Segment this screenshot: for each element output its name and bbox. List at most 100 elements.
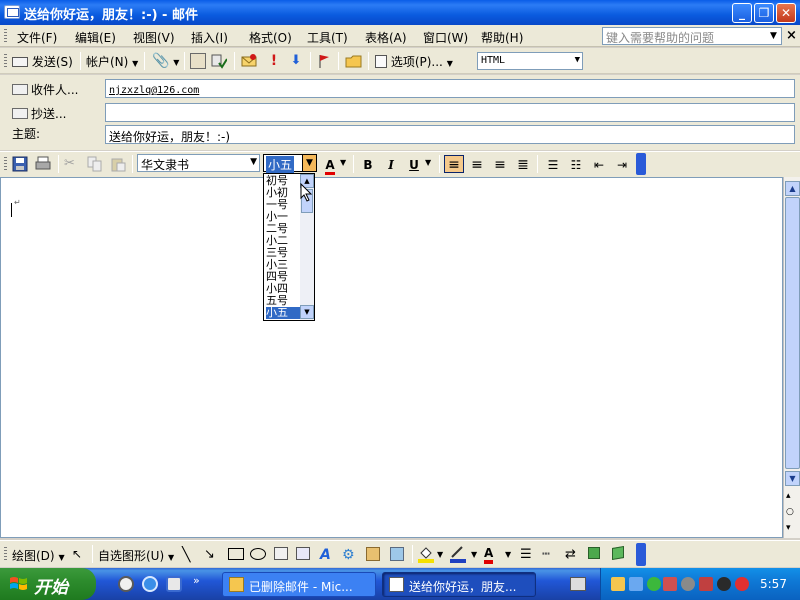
chevron-down-icon[interactable]: ▼ [302, 155, 316, 171]
mail-app-icon[interactable] [4, 5, 20, 19]
keyboard-icon[interactable] [570, 577, 586, 591]
minimize-button[interactable]: _ [732, 3, 752, 23]
menu-file[interactable]: 文件(F) [14, 28, 60, 47]
message-body-editor[interactable]: ↵ [0, 177, 783, 538]
attach-file-button[interactable]: 📎 ▼ [152, 53, 179, 71]
align-left-button[interactable]: ≡ [444, 155, 464, 173]
scroll-down-icon[interactable]: ▼ [300, 305, 314, 319]
italic-button[interactable]: I [381, 156, 401, 174]
font-color-button[interactable]: A [320, 156, 340, 175]
menu-view[interactable]: 视图(V) [130, 28, 178, 47]
to-field[interactable]: njzxzlq@126.com [105, 79, 795, 98]
fill-color-icon[interactable] [418, 545, 434, 566]
flag-icon[interactable] [316, 53, 332, 69]
message-format-select[interactable]: HTML ▼ [477, 52, 583, 70]
security-icon[interactable] [647, 577, 661, 591]
scrollbar-thumb[interactable] [785, 197, 800, 469]
underline-button[interactable]: U [404, 156, 424, 174]
increase-indent-button[interactable]: ⇥ [612, 156, 632, 174]
scroll-down-icon[interactable]: ▼ [785, 471, 800, 486]
font-color-icon[interactable]: A [484, 547, 494, 564]
subject-field[interactable]: 送给你好运，朋友！:-) [105, 125, 795, 144]
toolbar-options-chevron-icon[interactable] [636, 543, 646, 566]
justify-button[interactable]: ≣ [513, 156, 533, 174]
align-center-button[interactable]: ≡ [467, 156, 487, 174]
chevron-down-icon[interactable]: ▼ [770, 31, 777, 41]
tray-service-icon[interactable] [699, 577, 713, 591]
line-icon[interactable]: ╲ [182, 547, 190, 563]
wordart-icon[interactable]: A [320, 547, 331, 563]
previous-object-icon[interactable]: ▴ [786, 491, 791, 501]
menu-insert[interactable]: 插入(I) [188, 28, 231, 47]
high-importance-icon[interactable]: ! [266, 53, 282, 69]
antivirus-icon[interactable] [663, 577, 677, 591]
rectangle-icon[interactable] [228, 548, 244, 560]
send-button[interactable]: 发送(S) [12, 53, 73, 71]
menu-table[interactable]: 表格(A) [362, 28, 410, 47]
help-search-input[interactable]: 键入需要帮助的问题 [602, 27, 782, 45]
picture-icon[interactable] [390, 547, 404, 561]
menu-tools[interactable]: 工具(T) [304, 28, 351, 47]
folder-icon[interactable] [345, 53, 362, 69]
start-button[interactable]: 开始 [0, 568, 96, 600]
address-book-icon[interactable] [190, 53, 206, 69]
align-right-button[interactable]: ≡ [490, 156, 510, 174]
tray-record-icon[interactable] [717, 577, 731, 591]
next-object-icon[interactable]: ▾ [786, 523, 791, 533]
scroll-up-icon[interactable]: ▲ [785, 181, 800, 196]
size-option-selected[interactable]: 小五 [266, 307, 300, 319]
outlook-express-icon[interactable] [166, 576, 182, 592]
taskbar-item-deleted-mail[interactable]: 已删除邮件 - Mic... [222, 572, 376, 597]
copy-icon[interactable] [87, 156, 103, 172]
close-button[interactable]: ✕ [776, 3, 796, 23]
toolbar-grip[interactable] [4, 54, 7, 68]
vertical-scrollbar[interactable]: ▲ ▼ ▴ ○ ▾ [783, 177, 800, 538]
chevron-down-icon[interactable]: ▼ [471, 550, 477, 559]
numbered-list-button[interactable]: ☰ [543, 156, 563, 174]
autoshapes-button[interactable]: 自选图形(U) ▼ [98, 547, 174, 564]
menu-format[interactable]: 格式(O) [246, 28, 295, 47]
chevron-down-icon[interactable]: ▼ [437, 550, 443, 559]
print-icon[interactable] [35, 156, 51, 172]
options-button[interactable]: 选项(P)... ▼ [375, 53, 453, 71]
menu-window[interactable]: 窗口(W) [420, 28, 471, 47]
internet-explorer-icon[interactable] [142, 576, 158, 592]
toolbar-grip[interactable] [4, 547, 7, 561]
font-name-select[interactable]: 华文隶书 ▼ [137, 154, 260, 172]
cc-field[interactable] [105, 103, 795, 122]
select-browse-object-icon[interactable]: ○ [786, 507, 794, 517]
arrow-style-icon[interactable]: ⇄ [565, 547, 576, 562]
draw-menu-button[interactable]: 绘图(D) ▼ [12, 547, 65, 564]
flash-icon[interactable] [735, 577, 749, 591]
check-names-icon[interactable] [211, 53, 228, 69]
decrease-indent-button[interactable]: ⇤ [589, 156, 609, 174]
account-button[interactable]: 帐户(N) ▼ [86, 53, 138, 71]
cc-button[interactable]: 抄送... [12, 105, 66, 122]
save-icon[interactable] [12, 156, 28, 172]
vertical-text-box-icon[interactable] [296, 547, 310, 560]
line-style-icon[interactable]: ☰ [520, 547, 532, 562]
volume-icon[interactable] [681, 577, 695, 591]
font-size-select[interactable]: 小五 ▼ [263, 154, 317, 173]
text-box-icon[interactable] [274, 547, 288, 560]
line-color-icon[interactable] [450, 545, 466, 566]
network-icon[interactable] [629, 577, 643, 591]
3d-style-icon[interactable] [612, 545, 624, 561]
shadow-style-icon[interactable] [588, 547, 600, 559]
diagram-icon[interactable]: ⚙ [342, 547, 355, 563]
close-icon[interactable]: × [786, 28, 797, 43]
select-objects-icon[interactable]: ↖ [72, 547, 82, 561]
menu-help[interactable]: 帮助(H) [478, 28, 526, 47]
to-button[interactable]: 收件人... [12, 81, 78, 98]
tray-app-icon[interactable] [611, 577, 625, 591]
taskbar-item-message[interactable]: 送给你好运，朋友... [382, 572, 536, 597]
oval-icon[interactable] [250, 548, 266, 560]
maximize-button[interactable]: ❐ [754, 3, 774, 23]
toolbar-options-chevron-icon[interactable] [636, 153, 646, 175]
menubar-grip[interactable] [4, 29, 7, 43]
quick-launch-more-icon[interactable]: » [193, 574, 200, 587]
envelope-icon[interactable] [241, 53, 257, 69]
bold-button[interactable]: B [358, 156, 378, 174]
clip-art-icon[interactable] [366, 547, 380, 561]
bulleted-list-button[interactable]: ☷ [566, 156, 586, 174]
